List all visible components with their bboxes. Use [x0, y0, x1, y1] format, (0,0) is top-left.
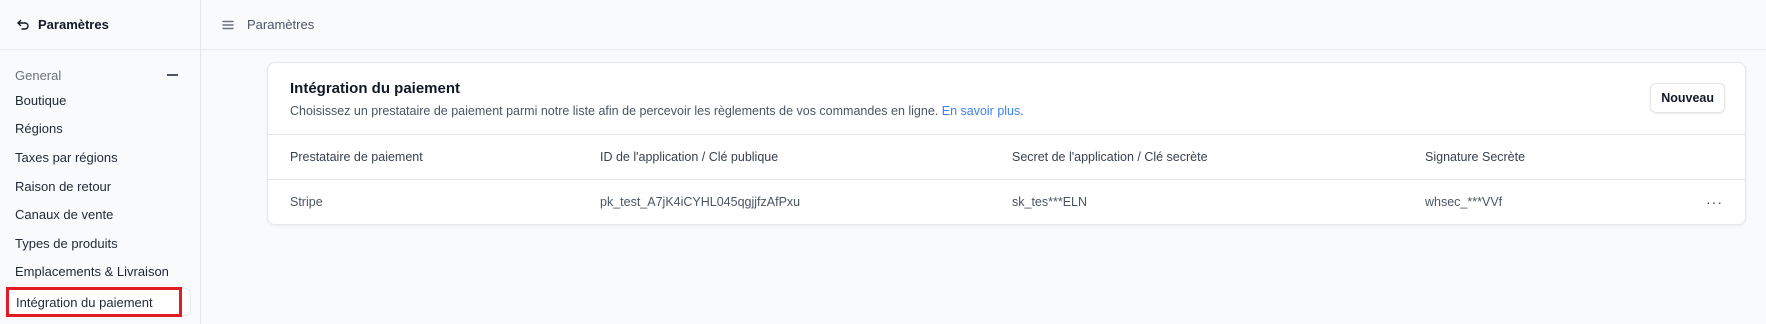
column-provider: Prestataire de paiement [290, 150, 423, 164]
minus-icon[interactable] [167, 74, 178, 76]
learn-more-link[interactable]: En savoir plus [942, 104, 1021, 118]
sidebar-item-boutique[interactable]: Boutique [0, 86, 200, 115]
topbar: Paramètres [201, 0, 1766, 50]
new-button[interactable]: Nouveau [1650, 83, 1725, 113]
description-suffix: . [1020, 104, 1024, 118]
sidebar-item-payment-integration[interactable]: Intégration du paiement [7, 288, 191, 317]
payment-integration-card: Intégration du paiement Choisissez un pr… [267, 62, 1746, 225]
undo-arrow-icon [16, 18, 30, 32]
signature-cell: whsec_***VVf [1425, 195, 1503, 209]
settings-sidebar: Paramètres General Boutique Régions Taxe… [0, 0, 201, 324]
general-section-header[interactable]: General [0, 64, 200, 86]
card-description: Choisissez un prestataire de paiement pa… [290, 104, 1723, 118]
sidebar-item-taxes[interactable]: Taxes par régions [0, 143, 200, 172]
column-app-id: ID de l'application / Clé publique [600, 150, 779, 164]
ellipsis-icon[interactable]: ··· [1706, 180, 1723, 224]
back-to-settings[interactable]: Paramètres [0, 0, 200, 50]
sidebar-item-product-types[interactable]: Types de produits [0, 229, 200, 258]
breadcrumb: Paramètres [247, 17, 315, 32]
hamburger-icon[interactable] [221, 18, 235, 32]
provider-cell: Stripe [290, 195, 323, 209]
column-secret: Secret de l'application / Clé secrète [1012, 150, 1208, 164]
sidebar-item-locations-shipping[interactable]: Emplacements & Livraison [0, 258, 200, 287]
table-header: Prestataire de paiement ID de l'applicat… [268, 135, 1745, 180]
general-section: General Boutique Régions Taxes par régio… [0, 50, 200, 317]
sidebar-item-regions[interactable]: Régions [0, 115, 200, 144]
back-label: Paramètres [38, 17, 109, 32]
sidebar-item-sales-channels[interactable]: Canaux de vente [0, 200, 200, 229]
sidebar-item-return-reasons[interactable]: Raison de retour [0, 172, 200, 201]
column-signature: Signature Secrète [1425, 150, 1526, 164]
card-header: Intégration du paiement Choisissez un pr… [268, 63, 1745, 135]
description-text: Choisissez un prestataire de paiement pa… [290, 104, 942, 118]
settings-nav: Boutique Régions Taxes par régions Raiso… [0, 86, 200, 317]
app-id-cell: pk_test_A7jK4iCYHL045qgjjfzAfPxu [600, 195, 801, 209]
page-title: Intégration du paiement [290, 80, 461, 97]
secret-cell: sk_tes***ELN [1012, 195, 1088, 209]
table-row[interactable]: Stripe pk_test_A7jK4iCYHL045qgjjfzAfPxu … [268, 180, 1745, 224]
section-title: General [15, 67, 62, 83]
